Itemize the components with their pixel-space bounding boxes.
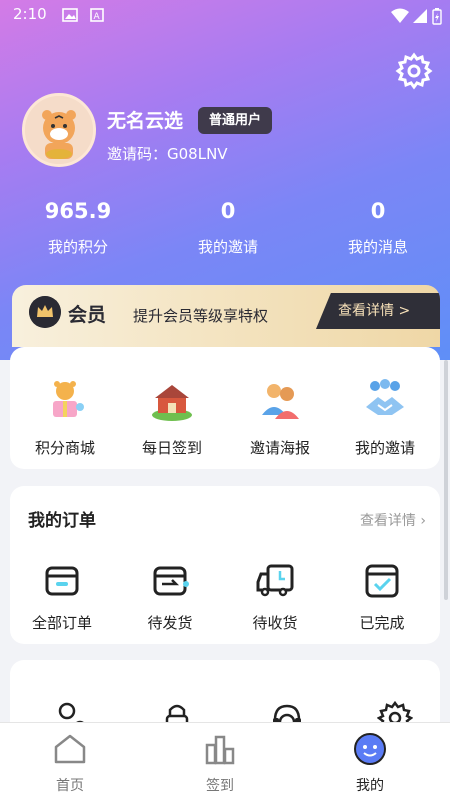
stat-messages[interactable]: 0 我的消息 — [303, 196, 450, 257]
order-completed[interactable]: 已完成 — [332, 560, 432, 633]
tab-label: 我的 — [356, 778, 384, 794]
home-icon — [54, 734, 86, 764]
tab-label: 签到 — [206, 778, 234, 794]
bottom-tab-bar: 首页 签到 我的 — [0, 722, 450, 800]
orders-details-label: 查看详情 — [359, 513, 416, 529]
quick-action-label: 邀请海报 — [249, 439, 310, 457]
status-bar: 2:10 A — [0, 0, 450, 30]
stat-points[interactable]: 965.9 我的积分 — [3, 196, 153, 257]
order-all[interactable]: 全部订单 — [12, 560, 112, 633]
battery-icon — [432, 8, 442, 25]
vip-details-button[interactable]: 查看详情 > — [316, 293, 440, 329]
wifi-icon — [391, 8, 409, 23]
username: 无名云选 — [107, 110, 184, 132]
stat-messages-value: 0 — [370, 199, 386, 223]
order-label: 待收货 — [252, 614, 298, 632]
quick-action-points-mall[interactable]: 积分商城 — [15, 377, 115, 458]
invite-code[interactable]: 邀请码：G08LNV — [107, 143, 228, 164]
scrollbar[interactable] — [444, 360, 448, 600]
stat-points-value: 965.9 — [44, 199, 112, 223]
tab-home[interactable]: 首页 — [20, 733, 120, 795]
vip-description: 提升会员等级享特权 — [133, 307, 269, 325]
crown-icon — [29, 296, 61, 328]
quick-action-label: 每日签到 — [141, 439, 202, 457]
quick-actions-card: 积分商城 每日签到 邀请海报 我的邀请 — [10, 347, 440, 469]
order-label: 待发货 — [147, 614, 193, 632]
vip-title: 会员 — [68, 304, 107, 326]
truck-icon — [256, 564, 294, 597]
status-time: 2:10 — [13, 5, 47, 23]
settings-gear-icon[interactable] — [395, 52, 433, 90]
chevron-right-icon: › — [420, 513, 426, 529]
avatar[interactable] — [22, 93, 96, 167]
orders-title: 我的订单 — [28, 511, 96, 531]
tab-label: 首页 — [56, 778, 84, 794]
ship-box-icon — [153, 566, 189, 596]
quick-action-label: 积分商城 — [34, 439, 95, 457]
quick-action-invite-poster[interactable]: 邀请海报 — [230, 377, 330, 458]
svg-text:A: A — [94, 12, 101, 22]
quick-action-label: 我的邀请 — [354, 439, 415, 457]
check-calendar-icon — [365, 564, 399, 598]
order-to-ship[interactable]: 待发货 — [120, 560, 220, 633]
tiger-avatar-icon — [25, 96, 93, 164]
profile-face-icon — [354, 733, 386, 765]
user-level-badge: 普通用户 — [198, 107, 273, 134]
orders-card: 我的订单 查看详情 › 全部订单 待发货 待收货 已完成 — [10, 486, 440, 644]
order-to-receive[interactable]: 待收货 — [225, 560, 325, 633]
stat-invites[interactable]: 0 我的邀请 — [153, 196, 303, 257]
vip-banner[interactable]: 会员 提升会员等级享特权 查看详情 > — [12, 285, 440, 347]
people-icon — [262, 384, 299, 419]
signal-icon — [413, 9, 427, 23]
orders-details-link[interactable]: 查看详情 › — [360, 510, 426, 530]
order-label: 已完成 — [359, 614, 405, 632]
tab-sign-in[interactable]: 签到 — [170, 733, 270, 795]
stat-points-label: 我的积分 — [47, 238, 108, 256]
stat-messages-label: 我的消息 — [347, 238, 408, 256]
handshake-icon — [366, 379, 404, 415]
farmhouse-icon — [152, 385, 192, 421]
tab-mine[interactable]: 我的 — [320, 733, 420, 795]
app-notification-icon: A — [90, 8, 104, 22]
stat-invites-label: 我的邀请 — [197, 238, 258, 256]
quick-action-daily-signin[interactable]: 每日签到 — [122, 377, 222, 458]
order-label: 全部订单 — [31, 614, 92, 632]
image-notification-icon — [62, 8, 78, 22]
box-icon — [45, 566, 79, 596]
stat-invites-value: 0 — [220, 199, 236, 223]
quick-action-my-invites[interactable]: 我的邀请 — [335, 377, 435, 458]
gift-mascot-icon — [53, 381, 84, 417]
sign-in-icon — [205, 735, 235, 765]
profile-page: 2:10 A 无名云选 普通用户 邀请码：G08LNV 965.9 我的积分 0… — [0, 0, 450, 800]
